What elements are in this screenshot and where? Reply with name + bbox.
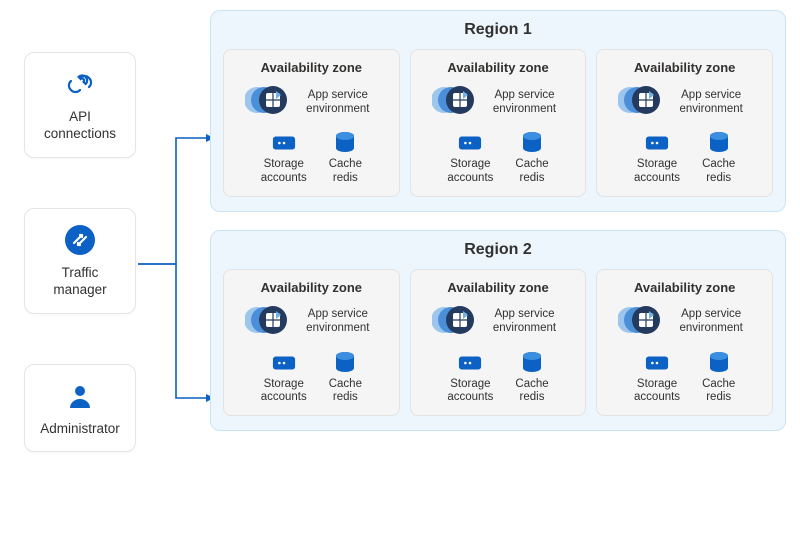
- redis-icon: [333, 352, 357, 374]
- storage-icon: [645, 132, 669, 154]
- storage-icon: [458, 132, 482, 154]
- app-service-environment-icon: [432, 83, 478, 122]
- redis-label: Cacheredis: [329, 158, 362, 186]
- traffic-manager-label: Trafficmanager: [53, 265, 106, 299]
- app-service-environment-icon: [245, 303, 291, 342]
- redis-icon: [707, 132, 731, 154]
- storage-label: Storageaccounts: [261, 158, 307, 186]
- redis-label: Cacheredis: [515, 158, 548, 186]
- storage-label: Storageaccounts: [447, 158, 493, 186]
- zone-title: Availability zone: [261, 280, 362, 295]
- administrator-label: Administrator: [40, 421, 120, 438]
- left-column: APIconnections Trafficmanager Administra…: [24, 52, 136, 452]
- zone-title: Availability zone: [634, 280, 735, 295]
- availability-zone: Availability zone App serviceenvironment…: [596, 269, 773, 417]
- ase-label: App serviceenvironment: [485, 89, 565, 117]
- storage-icon: [272, 132, 296, 154]
- availability-zone: Availability zone App serviceenvironment…: [410, 49, 587, 197]
- link-icon: [63, 67, 97, 101]
- zone-title: Availability zone: [261, 60, 362, 75]
- ase-label: App serviceenvironment: [485, 308, 565, 336]
- region-title: Region 2: [223, 241, 773, 259]
- storage-label: Storageaccounts: [447, 378, 493, 406]
- storage-label: Storageaccounts: [634, 158, 680, 186]
- redis-icon: [707, 352, 731, 374]
- redis-icon: [333, 132, 357, 154]
- storage-icon: [272, 352, 296, 374]
- zone-title: Availability zone: [447, 60, 548, 75]
- connector-lines: [136, 0, 216, 540]
- availability-zone: Availability zone App serviceenvironment…: [223, 49, 400, 197]
- storage-label: Storageaccounts: [261, 378, 307, 406]
- app-service-environment-icon: [618, 303, 664, 342]
- administrator-box: Administrator: [24, 364, 136, 453]
- region-2: Region 2 Availability zone App serviceen…: [210, 230, 786, 432]
- region-1: Region 1 Availability zone App serviceen…: [210, 10, 786, 212]
- storage-icon: [458, 352, 482, 374]
- redis-label: Cacheredis: [515, 378, 548, 406]
- storage-label: Storageaccounts: [634, 378, 680, 406]
- app-service-environment-icon: [618, 83, 664, 122]
- api-connections-box: APIconnections: [24, 52, 136, 158]
- redis-icon: [520, 352, 544, 374]
- redis-label: Cacheredis: [702, 378, 735, 406]
- availability-zone: Availability zone App serviceenvironment…: [223, 269, 400, 417]
- traffic-manager-icon: [63, 223, 97, 257]
- zone-row: Availability zone App serviceenvironment…: [223, 269, 773, 417]
- redis-icon: [520, 132, 544, 154]
- person-icon: [63, 379, 97, 413]
- availability-zone: Availability zone App serviceenvironment…: [410, 269, 587, 417]
- zone-title: Availability zone: [447, 280, 548, 295]
- traffic-manager-box: Trafficmanager: [24, 208, 136, 314]
- redis-label: Cacheredis: [329, 378, 362, 406]
- api-connections-label: APIconnections: [44, 109, 116, 143]
- storage-icon: [645, 352, 669, 374]
- app-service-environment-icon: [245, 83, 291, 122]
- ase-label: App serviceenvironment: [671, 308, 751, 336]
- app-service-environment-icon: [432, 303, 478, 342]
- regions-column: Region 1 Availability zone App serviceen…: [210, 10, 786, 431]
- availability-zone: Availability zone App serviceenvironment…: [596, 49, 773, 197]
- ase-label: App serviceenvironment: [298, 89, 378, 117]
- zone-row: Availability zone App serviceenvironment…: [223, 49, 773, 197]
- ase-label: App serviceenvironment: [298, 308, 378, 336]
- redis-label: Cacheredis: [702, 158, 735, 186]
- ase-label: App serviceenvironment: [671, 89, 751, 117]
- zone-title: Availability zone: [634, 60, 735, 75]
- region-title: Region 1: [223, 21, 773, 39]
